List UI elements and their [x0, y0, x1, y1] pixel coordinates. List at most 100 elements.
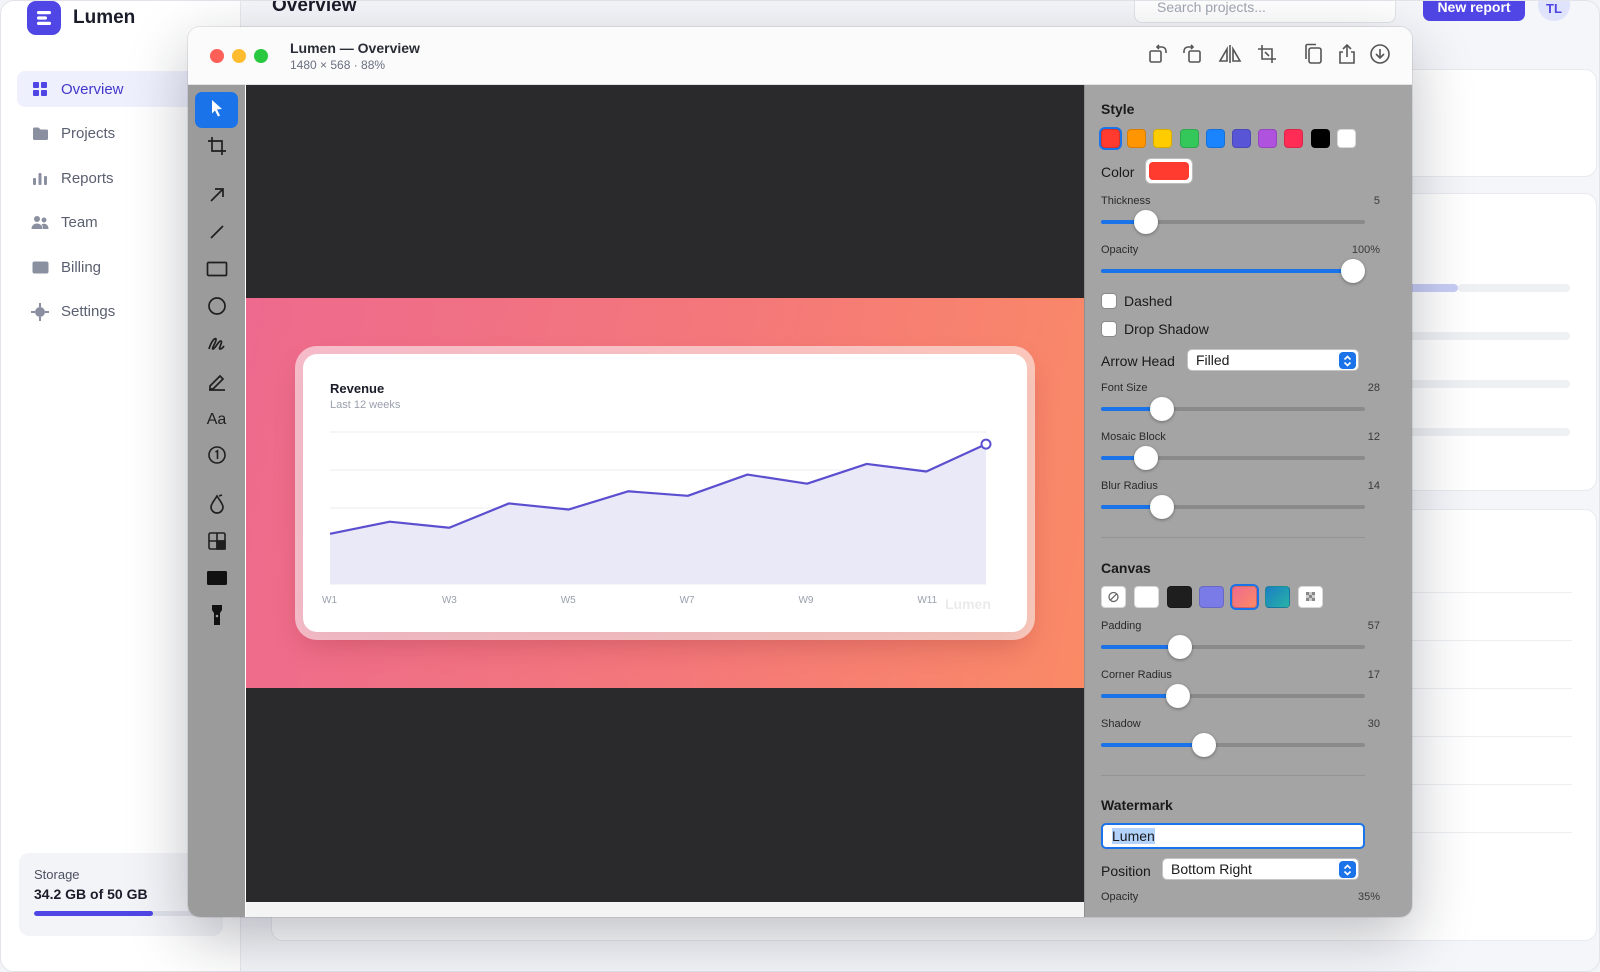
blur-radius-slider[interactable] [1101, 495, 1365, 519]
mosaic-tool[interactable] [195, 525, 238, 561]
new-report-button[interactable]: New report [1423, 1, 1525, 21]
counter-tool[interactable] [195, 439, 238, 475]
style-swatch[interactable] [1205, 129, 1225, 148]
mosaic-block-slider[interactable] [1101, 446, 1365, 470]
style-swatch[interactable] [1284, 129, 1304, 148]
drop-shadow-checkbox[interactable]: Drop Shadow [1101, 321, 1209, 337]
style-heading: Style [1101, 101, 1135, 117]
placeholder-bar [1402, 332, 1570, 340]
share-button[interactable] [1333, 42, 1361, 70]
close-window-button[interactable] [210, 49, 224, 63]
crop-icon [207, 136, 227, 161]
slider-knob[interactable] [1133, 210, 1158, 234]
canvas-footer [246, 902, 1084, 917]
freehand-tool[interactable] [195, 327, 238, 363]
brand[interactable]: Lumen [27, 1, 135, 35]
slider-knob[interactable] [1133, 446, 1158, 470]
placeholder-bar [1402, 428, 1570, 436]
slider-knob[interactable] [1341, 259, 1365, 283]
canvas-swatch[interactable] [1199, 586, 1225, 608]
padding-slider[interactable] [1101, 635, 1365, 659]
sidebar-item-label: Reports [61, 169, 114, 187]
window-title: Lumen — Overview [290, 40, 420, 56]
spotlight-tool[interactable] [195, 599, 238, 635]
opacity-label: Opacity [1101, 244, 1139, 256]
chart-x-tick-label: W9 [798, 595, 813, 606]
canvas-swatch[interactable] [1133, 586, 1159, 608]
checkbox-box[interactable] [1101, 321, 1117, 337]
folder-icon [31, 125, 49, 143]
canvas-swatch[interactable] [1265, 586, 1290, 608]
font-size-slider[interactable] [1101, 397, 1365, 421]
watermark-text-value: Lumen [1112, 828, 1155, 844]
chevron-updown-icon [1339, 352, 1356, 369]
style-swatch[interactable] [1127, 129, 1147, 148]
minimize-window-button[interactable] [232, 49, 246, 63]
opacity-slider[interactable] [1101, 259, 1365, 283]
blur-radius-label: Blur Radius [1101, 480, 1158, 492]
style-swatch[interactable] [1336, 129, 1356, 148]
download-button[interactable] [1366, 42, 1394, 70]
rotate-left-button[interactable] [1144, 42, 1172, 70]
corner-radius-value: 17 [1367, 669, 1380, 681]
line-icon [208, 223, 226, 246]
tool-palette: Aa [188, 85, 245, 917]
rotate-right-button[interactable] [1178, 42, 1206, 70]
sidebar-item-label: Settings [61, 303, 116, 320]
redact-tool[interactable] [195, 562, 238, 598]
watermark-opacity-value: 35% [1357, 891, 1380, 903]
copy-button[interactable] [1299, 42, 1327, 70]
shadow-value: 30 [1367, 718, 1380, 730]
zoom-window-button[interactable] [254, 49, 268, 63]
pointer-icon [209, 99, 225, 122]
blur-tool[interactable] [195, 488, 238, 524]
chart-x-tick-label: W3 [442, 595, 457, 606]
shadow-label: Shadow [1101, 718, 1141, 730]
watermark-text-input[interactable]: Lumen [1101, 823, 1365, 849]
style-swatch[interactable] [1232, 129, 1251, 148]
color-well[interactable] [1145, 158, 1193, 184]
position-select[interactable]: Bottom Right [1162, 858, 1359, 880]
ellipse-tool[interactable] [195, 290, 238, 326]
mosaic-icon [207, 531, 227, 556]
style-swatch[interactable] [1310, 129, 1330, 148]
select-tool[interactable] [195, 92, 238, 128]
text-tool[interactable]: Aa [195, 402, 238, 438]
storage-progress-fill [34, 911, 154, 916]
corner-radius-slider[interactable] [1101, 684, 1365, 708]
rectangle-tool[interactable] [195, 253, 238, 289]
chart-area-fill [330, 444, 986, 584]
table-row-divider [1412, 592, 1572, 593]
canvas-swatch[interactable] [1166, 586, 1192, 608]
slider-knob[interactable] [1165, 684, 1190, 708]
thickness-value: 5 [1373, 195, 1380, 207]
chevron-updown-icon [1339, 861, 1356, 878]
slider-knob[interactable] [1168, 635, 1193, 659]
canvas-swatch[interactable] [1232, 586, 1258, 608]
style-swatch[interactable] [1153, 129, 1173, 148]
arrow-head-select[interactable]: Filled [1187, 349, 1359, 371]
canvas-swatch[interactable] [1101, 586, 1126, 608]
shadow-slider[interactable] [1101, 733, 1365, 757]
dashed-checkbox[interactable]: Dashed [1101, 293, 1172, 309]
style-swatch[interactable] [1101, 129, 1120, 148]
canvas-swatch[interactable] [1297, 586, 1323, 608]
flip-button[interactable] [1216, 42, 1244, 70]
color-chip [1149, 162, 1189, 180]
screenshot-preview-card[interactable]: Revenue Last 12 weeks W1 W3 W5 W7 W9 W11 Lumen [303, 354, 1027, 632]
checkbox-box[interactable] [1101, 293, 1117, 309]
slider-knob[interactable] [1149, 495, 1174, 519]
editor-canvas[interactable]: Revenue Last 12 weeks W1 W3 W5 W7 W9 W11 Lumen [246, 85, 1084, 902]
arrow-tool[interactable] [195, 179, 238, 215]
avatar[interactable]: TL [1538, 1, 1570, 21]
style-swatch[interactable] [1179, 129, 1199, 148]
search-input[interactable]: Search projects... [1134, 1, 1396, 23]
thickness-slider[interactable] [1101, 210, 1365, 234]
line-tool[interactable] [195, 216, 238, 252]
style-swatch[interactable] [1258, 129, 1278, 148]
highlighter-tool[interactable] [195, 365, 238, 401]
crop-resize-button[interactable] [1253, 42, 1281, 70]
slider-knob[interactable] [1149, 397, 1174, 421]
crop-tool[interactable] [195, 130, 238, 166]
slider-knob[interactable] [1191, 733, 1216, 757]
